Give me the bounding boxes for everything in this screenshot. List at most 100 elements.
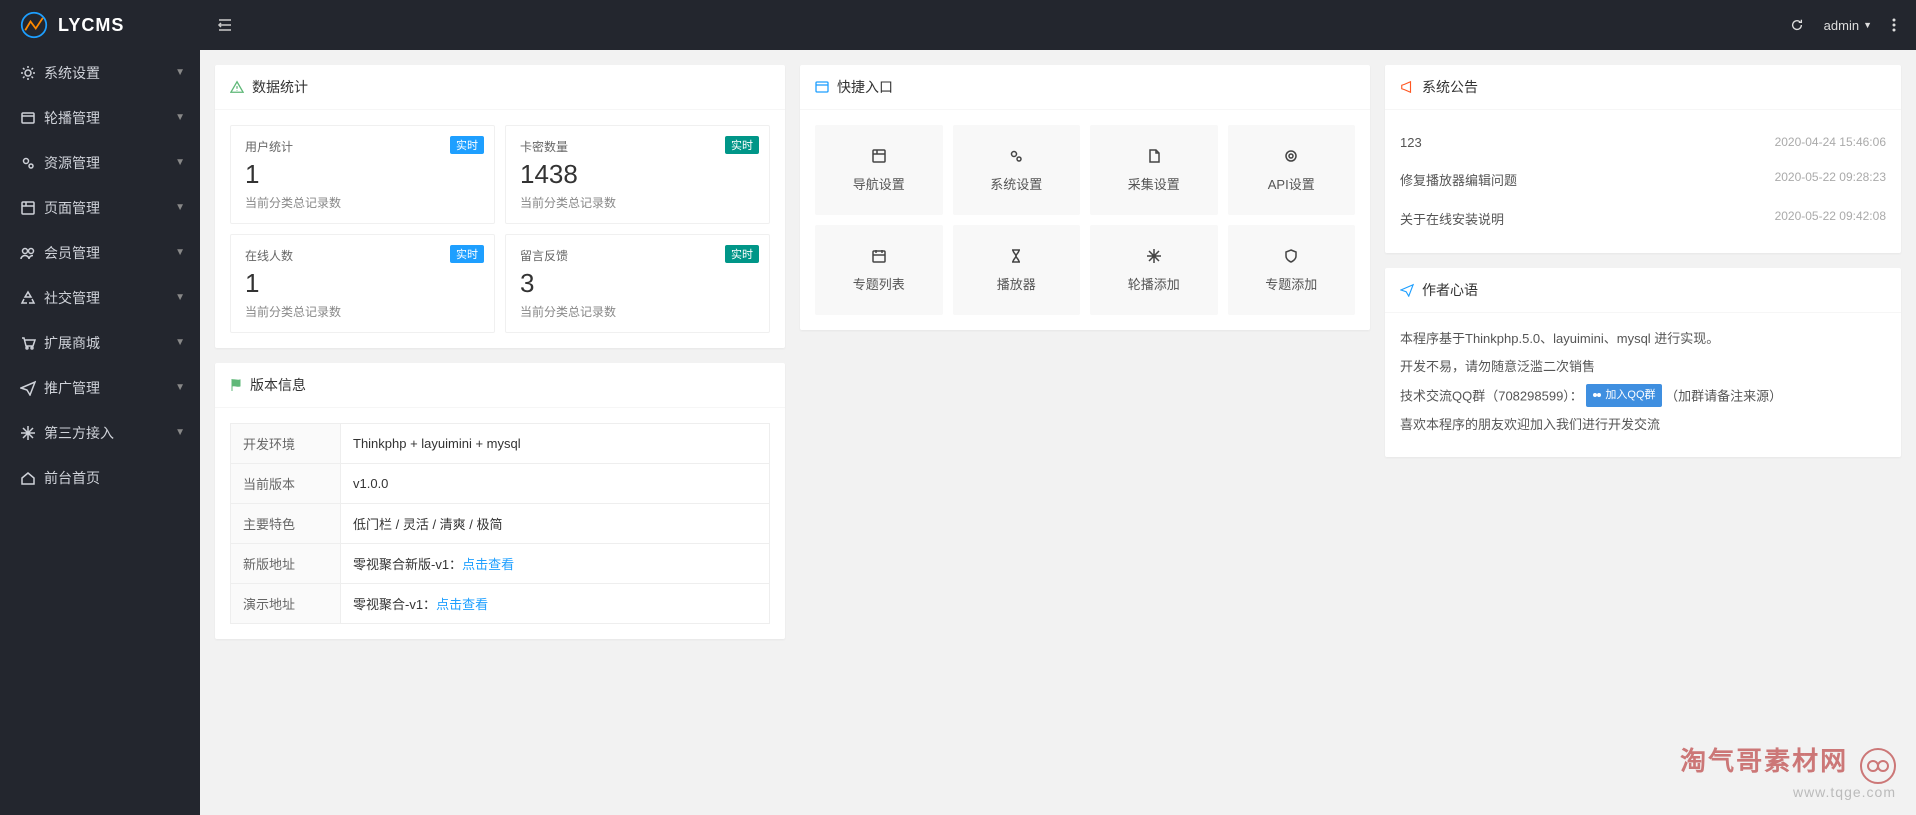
stats-title: 数据统计 (252, 77, 308, 97)
calendar-icon (871, 248, 887, 264)
collapse-toggle[interactable] (200, 0, 250, 50)
sidebar-item-7[interactable]: 推广管理▼ (0, 365, 200, 410)
link[interactable]: 点击查看 (436, 597, 488, 612)
realtime-badge: 实时 (725, 136, 759, 154)
sidebar-label: 社交管理 (44, 288, 100, 308)
menu-collapse-icon (217, 17, 233, 33)
username: admin (1824, 18, 1859, 33)
qq-group-badge[interactable]: 加入QQ群 (1586, 384, 1661, 407)
more-menu[interactable] (1892, 18, 1896, 32)
link[interactable]: 点击查看 (462, 557, 514, 572)
version-key: 新版地址 (231, 544, 341, 584)
sidebar-item-4[interactable]: 会员管理▼ (0, 230, 200, 275)
announce-item[interactable]: 123 2020-04-24 15:46:06 (1400, 125, 1886, 160)
cart-icon (20, 335, 36, 351)
stat-sub: 当前分类总记录数 (245, 303, 480, 320)
sidebar-item-2[interactable]: 资源管理▼ (0, 140, 200, 185)
cogs-icon (20, 155, 36, 171)
more-vertical-icon (1892, 18, 1896, 32)
sidebar-label: 第三方接入 (44, 423, 114, 443)
version-row: 演示地址零视聚合-v1：点击查看 (231, 584, 770, 624)
quick-item[interactable]: API设置 (1228, 125, 1356, 215)
sidebar-item-3[interactable]: 页面管理▼ (0, 185, 200, 230)
stat-sub: 当前分类总记录数 (245, 194, 480, 211)
chevron-down-icon: ▼ (175, 337, 185, 348)
version-val: Thinkphp + layuimini + mysql (341, 424, 770, 464)
sidebar-item-6[interactable]: 扩展商城▼ (0, 320, 200, 365)
stat-box: 实时用户统计1当前分类总记录数 (230, 125, 495, 224)
quick-title: 快捷入口 (837, 77, 893, 97)
author-line: 开发不易，请勿随意泛滥二次销售 (1400, 356, 1886, 378)
sidebar-label: 前台首页 (44, 468, 100, 488)
slides-icon (20, 110, 36, 126)
recycle-icon (20, 290, 36, 306)
target-icon (1283, 148, 1299, 164)
main-content: 数据统计 实时用户统计1当前分类总记录数实时卡密数量1438当前分类总记录数实时… (200, 50, 1916, 815)
version-card: 版本信息 开发环境Thinkphp + layuimini + mysql当前版… (215, 363, 785, 639)
announce-item[interactable]: 修复播放器编辑问题2020-05-22 09:28:23 (1400, 160, 1886, 199)
announce-title: 系统公告 (1422, 77, 1478, 97)
stat-sub: 当前分类总记录数 (520, 194, 755, 211)
announce-time: 2020-04-24 15:46:06 (1775, 135, 1886, 150)
warning-icon (230, 80, 244, 94)
quick-item[interactable]: 专题添加 (1228, 225, 1356, 315)
stat-title: 留言反馈 (520, 247, 755, 264)
quick-label: 系统设置 (990, 174, 1042, 193)
version-key: 开发环境 (231, 424, 341, 464)
chevron-down-icon: ▼ (175, 112, 185, 123)
author-line: 技术交流QQ群（708298599）： 加入QQ群 （加群请备注来源） (1400, 384, 1886, 407)
header: LYCMS admin ▼ (0, 0, 1916, 50)
window-icon (20, 200, 36, 216)
logo[interactable]: LYCMS (0, 0, 200, 50)
chevron-down-icon: ▼ (175, 427, 185, 438)
watermark: 淘气哥素材网 www.tqge.com (1680, 741, 1896, 800)
cogs-icon (1008, 148, 1024, 164)
version-val: 零视聚合-v1：点击查看 (341, 584, 770, 624)
quick-label: 播放器 (997, 274, 1036, 293)
sidebar-item-5[interactable]: 社交管理 ▼ (0, 275, 200, 320)
sidebar-item-9[interactable]: 前台首页 (0, 455, 200, 500)
hourglass-icon (1008, 248, 1024, 264)
quick-item[interactable]: 专题列表 (815, 225, 943, 315)
quick-item[interactable]: 系统设置 (953, 125, 1081, 215)
stat-value: 1438 (520, 159, 755, 190)
author-card: 作者心语 本程序基于Thinkphp.5.0、layuimini、mysql 进… (1385, 268, 1901, 457)
quick-item[interactable]: 播放器 (953, 225, 1081, 315)
shield-icon (1283, 248, 1299, 264)
quick-item[interactable]: 采集设置 (1090, 125, 1218, 215)
announce-text: 123 (1400, 135, 1422, 150)
sidebar-item-0[interactable]: 系统设置▼ (0, 50, 200, 95)
users-icon (20, 245, 36, 261)
stat-value: 1 (245, 268, 480, 299)
sidebar-label: 会员管理 (44, 243, 100, 263)
sidebar-item-1[interactable]: 轮播管理▼ (0, 95, 200, 140)
chevron-down-icon: ▼ (175, 157, 185, 168)
chevron-down-icon: ▼ (175, 382, 185, 393)
refresh-button[interactable] (1790, 18, 1804, 32)
sidebar-item-8[interactable]: 第三方接入 ▼ (0, 410, 200, 455)
quick-label: 轮播添加 (1128, 274, 1180, 293)
sidebar-label: 系统设置 (44, 63, 100, 83)
version-key: 当前版本 (231, 464, 341, 504)
quick-item[interactable]: 导航设置 (815, 125, 943, 215)
announce-time: 2020-05-22 09:42:08 (1775, 209, 1886, 228)
chevron-down-icon: ▼ (175, 202, 185, 213)
snow-icon (1146, 248, 1162, 264)
announce-item[interactable]: 关于在线安装说明2020-05-22 09:42:08 (1400, 199, 1886, 238)
stat-value: 1 (245, 159, 480, 190)
realtime-badge: 实时 (725, 245, 759, 263)
version-title: 版本信息 (250, 375, 306, 395)
sidebar: 系统设置▼轮播管理▼资源管理▼页面管理▼会员管理▼社交管理▼扩展商城▼推广管理▼… (0, 50, 200, 815)
refresh-icon (1790, 18, 1804, 32)
version-row: 开发环境Thinkphp + layuimini + mysql (231, 424, 770, 464)
window-icon (871, 148, 887, 164)
author-line: 喜欢本程序的朋友欢迎加入我们进行开发交流 (1400, 414, 1886, 436)
stat-value: 3 (520, 268, 755, 299)
version-val: v1.0.0 (341, 464, 770, 504)
version-key: 演示地址 (231, 584, 341, 624)
stat-title: 用户统计 (245, 138, 480, 155)
user-menu[interactable]: admin ▼ (1824, 18, 1872, 33)
quick-item[interactable]: 轮播添加 (1090, 225, 1218, 315)
chevron-down-icon: ▼ (175, 292, 185, 303)
quick-label: 专题列表 (853, 274, 905, 293)
